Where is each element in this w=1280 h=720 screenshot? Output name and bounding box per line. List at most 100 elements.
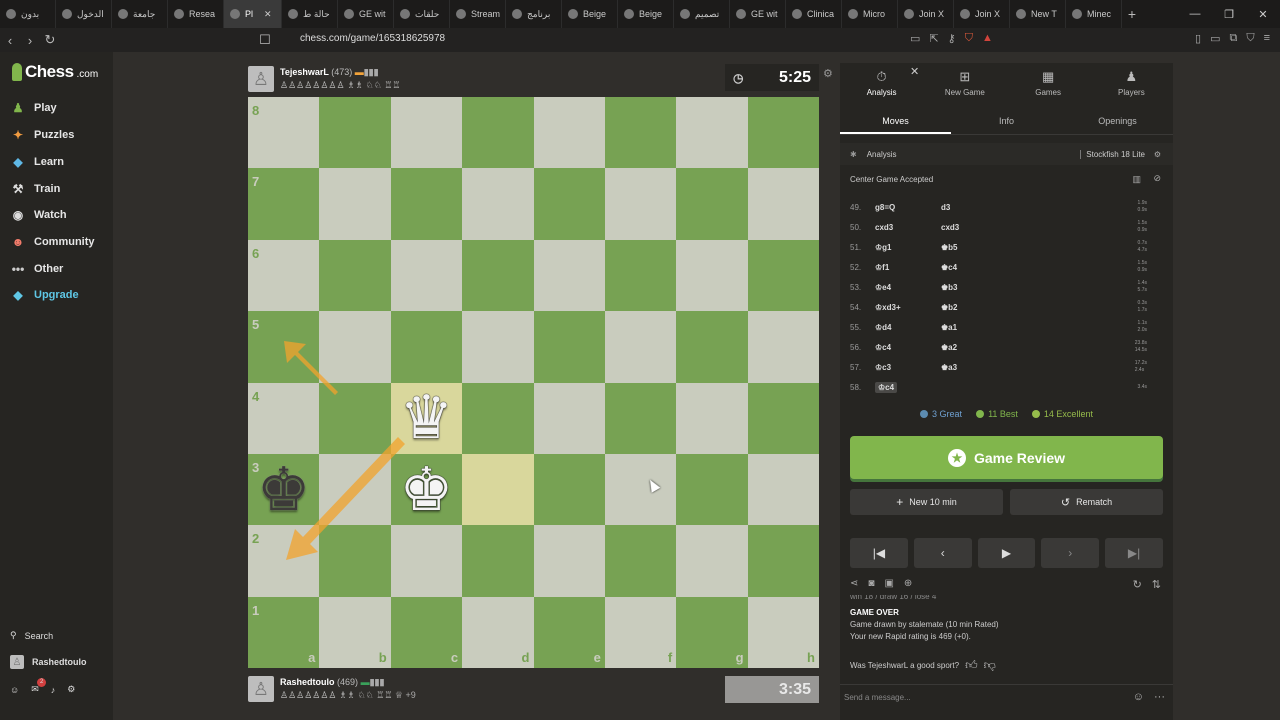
white-move[interactable]: g8=Q xyxy=(875,203,941,212)
square-b3[interactable] xyxy=(319,453,391,526)
browser-tab[interactable]: Minec xyxy=(1066,0,1122,28)
browser-tab[interactable]: Stream xyxy=(450,0,506,28)
white-king-piece[interactable]: ♚ xyxy=(391,454,462,525)
square-e1[interactable]: e xyxy=(533,596,605,668)
square-h8[interactable] xyxy=(747,97,819,169)
square-a3[interactable]: 3 ♚ xyxy=(248,453,320,526)
cast-icon[interactable]: ▭ xyxy=(910,32,920,45)
square-b4[interactable] xyxy=(319,382,391,454)
first-move-icon[interactable]: |◀ xyxy=(850,538,908,568)
square-g8[interactable] xyxy=(676,97,748,169)
black-move[interactable]: ♚b2 xyxy=(941,303,1001,312)
image-icon[interactable]: ▣ xyxy=(884,578,893,589)
browser-tab[interactable]: Clinica xyxy=(786,0,842,28)
tab-new-game[interactable]: ⊞ New Game xyxy=(923,63,1006,103)
browser-tab[interactable]: Beige xyxy=(562,0,618,28)
square-c3[interactable]: ♚ xyxy=(390,453,463,526)
trash-icon[interactable]: ▥ xyxy=(1132,174,1141,185)
square-a5[interactable]: 5 xyxy=(248,311,320,383)
square-c8[interactable] xyxy=(390,97,463,169)
browser-tab[interactable]: Join X xyxy=(898,0,954,28)
square-d5[interactable] xyxy=(462,311,534,383)
square-a1[interactable]: 1a xyxy=(248,596,320,668)
opponent-avatar[interactable]: ♙ xyxy=(248,66,274,92)
square-c6[interactable] xyxy=(390,239,463,312)
square-f7[interactable] xyxy=(604,168,677,240)
square-a2[interactable]: 2 xyxy=(248,525,320,597)
new-tab-icon[interactable]: + xyxy=(1122,6,1142,22)
brave-shield-icon[interactable]: ⛉ xyxy=(965,32,973,45)
square-c7[interactable] xyxy=(390,168,463,240)
messages-icon[interactable]: ✉ 2 xyxy=(31,678,47,695)
flip-board-icon[interactable]: ⇅ xyxy=(1152,578,1161,591)
forward-icon[interactable]: › xyxy=(20,28,40,52)
square-a4[interactable]: 4 xyxy=(248,382,320,454)
chesscom-logo[interactable]: Chess .com xyxy=(12,62,98,82)
square-h6[interactable] xyxy=(747,239,819,312)
sidebar-item-upgrade[interactable]: ◆ Upgrade xyxy=(10,287,78,303)
bookmark-icon[interactable]: ☐ xyxy=(255,28,275,52)
last-move-icon[interactable]: ▶| xyxy=(1105,538,1163,568)
chess-board[interactable]: 8 7 6 5 4 ♛ 3 ♚ ♚ 2 1 a b c d e f g h xyxy=(248,97,819,668)
browser-tab[interactable]: برنامج xyxy=(506,0,562,28)
camera-icon[interactable]: ◙ xyxy=(868,578,874,589)
square-f1[interactable]: f xyxy=(604,596,677,668)
sidebar-search[interactable]: ⚲ Search xyxy=(10,630,53,641)
square-b7[interactable] xyxy=(319,168,391,240)
square-e5[interactable] xyxy=(533,311,605,383)
square-a6[interactable]: 6 xyxy=(248,239,320,312)
browser-tab[interactable]: جامعة xyxy=(112,0,168,28)
square-h2[interactable] xyxy=(747,525,819,597)
tab-info[interactable]: Info xyxy=(951,111,1062,134)
reload-icon[interactable]: ↻ xyxy=(40,28,60,52)
player-avatar[interactable]: ♙ xyxy=(248,676,274,702)
settings-icon[interactable]: ⚙ xyxy=(67,684,75,695)
square-f2[interactable] xyxy=(604,525,677,597)
next-move-icon[interactable]: › xyxy=(1041,538,1100,568)
menu-icon[interactable]: ≡ xyxy=(1264,32,1270,45)
share-icon[interactable]: ⇱ xyxy=(929,32,938,45)
white-queen-piece[interactable]: ♛ xyxy=(391,383,462,454)
black-move[interactable]: d3 xyxy=(941,203,1001,212)
white-move[interactable]: ♔c4 xyxy=(875,343,941,352)
wallet-icon[interactable]: ▭ xyxy=(1210,32,1220,45)
black-move[interactable]: ♚b5 xyxy=(941,243,1001,252)
board-settings-icon[interactable]: ⚙ xyxy=(823,67,833,80)
square-h4[interactable] xyxy=(747,382,819,454)
browser-tab[interactable]: تصميم xyxy=(674,0,730,28)
close-tab-icon[interactable]: ✕ xyxy=(264,9,272,20)
tab-moves[interactable]: Moves xyxy=(840,111,951,134)
sidebar-item-train[interactable]: ⚒ Train xyxy=(10,181,61,197)
square-d7[interactable] xyxy=(462,168,534,240)
rewards-icon[interactable]: ▲ xyxy=(982,32,993,45)
square-f5[interactable] xyxy=(604,311,677,383)
sidebar-toggle-icon[interactable]: ▯ xyxy=(1195,32,1201,45)
tab-openings[interactable]: Openings xyxy=(1062,111,1173,134)
game-review-button[interactable]: ★ Game Review xyxy=(850,436,1163,479)
vpn-icon[interactable]: ⛉ xyxy=(1246,32,1254,45)
player-name[interactable]: Rashedtoulo xyxy=(280,677,335,687)
maximize-icon[interactable]: ❐ xyxy=(1212,0,1246,28)
square-g4[interactable] xyxy=(676,382,748,454)
tab-games[interactable]: ▦ Games xyxy=(1007,63,1090,103)
black-move[interactable]: ♚c4 xyxy=(941,263,1001,272)
square-g2[interactable] xyxy=(676,525,748,597)
white-move[interactable]: ♔f1 xyxy=(875,263,941,272)
analysis-toggle-icon[interactable]: ✱ xyxy=(850,150,857,159)
black-move[interactable]: ♚a1 xyxy=(941,323,1001,332)
white-move[interactable]: ♔g1 xyxy=(875,243,941,252)
sidebar-item-other[interactable]: ••• Other xyxy=(10,261,64,277)
emoji-icon[interactable]: ☺ xyxy=(1133,691,1144,703)
browser-tab[interactable]: حلقات xyxy=(394,0,450,28)
square-c2[interactable] xyxy=(390,525,463,597)
black-move[interactable]: ♚b3 xyxy=(941,283,1001,292)
square-e6[interactable] xyxy=(533,239,605,312)
sidebar-item-learn[interactable]: ◆ Learn xyxy=(10,154,64,170)
browser-tab[interactable]: حالة ط xyxy=(282,0,338,28)
square-a7[interactable]: 7 xyxy=(248,168,320,240)
thumbs-up-icon[interactable]: 👍︎ xyxy=(965,658,978,673)
engine-label[interactable]: Stockfish 18 Lite xyxy=(1080,149,1145,159)
square-g1[interactable]: g xyxy=(676,596,748,668)
square-d2[interactable] xyxy=(462,525,534,597)
square-c4[interactable]: ♛ xyxy=(390,382,463,454)
